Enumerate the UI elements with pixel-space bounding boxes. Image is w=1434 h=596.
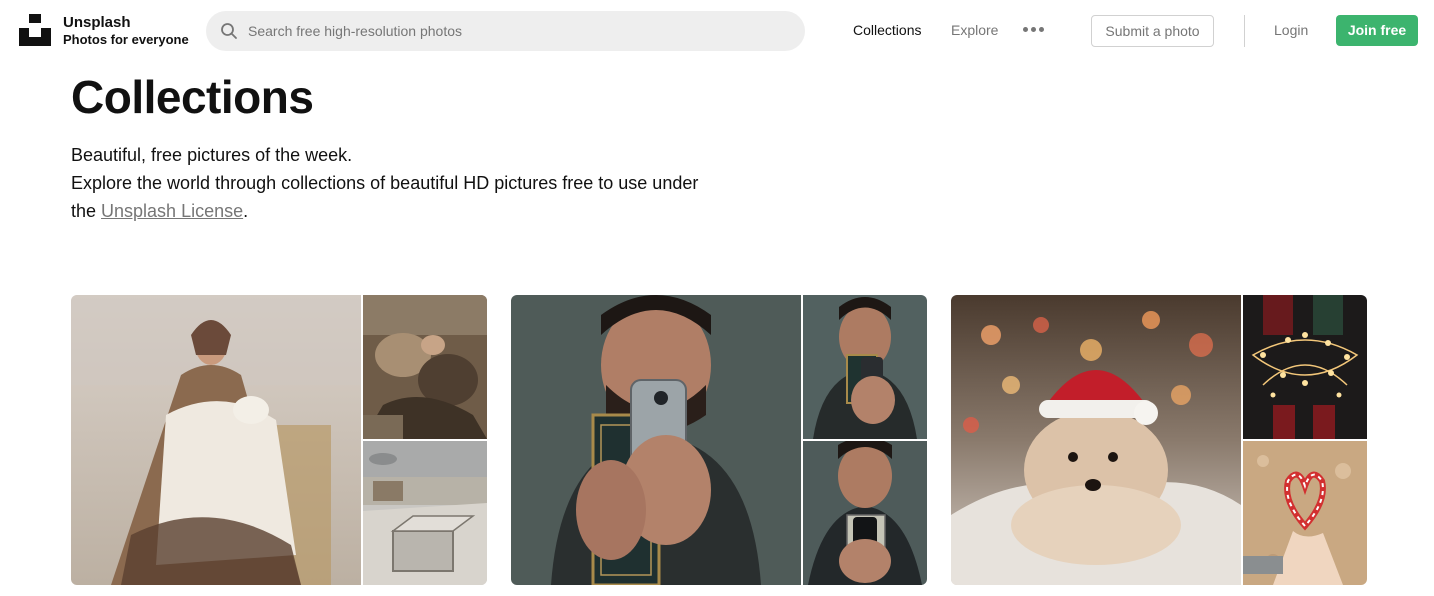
- top-navigation-bar: Unsplash Photos for everyone Collections…: [0, 0, 1434, 62]
- intro-suffix: .: [243, 201, 249, 221]
- nav-explore-link[interactable]: Explore: [951, 22, 998, 39]
- collection-preview-image[interactable]: [803, 295, 927, 439]
- search-bar[interactable]: [206, 11, 805, 51]
- collection-card[interactable]: [951, 295, 1367, 585]
- collection-preview-image[interactable]: [1243, 441, 1367, 585]
- intro-line-1: Beautiful, free pictures of the week.: [71, 145, 353, 165]
- collection-preview-image[interactable]: [1243, 295, 1367, 439]
- intro-text: Beautiful, free pictures of the week. Ex…: [71, 141, 731, 225]
- collection-card[interactable]: [511, 295, 927, 585]
- intro-line-3: the Unsplash License.: [71, 197, 731, 225]
- unsplash-logo-icon[interactable]: [19, 14, 51, 46]
- collection-preview-image[interactable]: [363, 295, 487, 439]
- search-icon[interactable]: [220, 22, 238, 40]
- unsplash-license-link[interactable]: Unsplash License: [101, 201, 243, 221]
- collection-card[interactable]: [71, 295, 487, 585]
- intro-prefix: the: [71, 201, 102, 221]
- join-free-button[interactable]: Join free: [1336, 15, 1418, 46]
- header-divider: [1244, 15, 1245, 47]
- brand-name: Unsplash: [63, 14, 131, 31]
- brand[interactable]: Unsplash Photos for everyone: [63, 14, 189, 48]
- collection-preview-image[interactable]: [803, 441, 927, 585]
- collection-cover-image[interactable]: [951, 295, 1241, 585]
- collection-preview-image[interactable]: [363, 441, 487, 585]
- collection-cover-image[interactable]: [511, 295, 801, 585]
- submit-photo-button[interactable]: Submit a photo: [1091, 15, 1214, 47]
- intro-line-2: Explore the world through collections of…: [71, 173, 699, 193]
- nav-collections-link[interactable]: Collections: [853, 22, 921, 39]
- page-title: Collections: [71, 71, 314, 123]
- login-link[interactable]: Login: [1274, 22, 1308, 39]
- search-input[interactable]: [248, 11, 788, 51]
- collection-cover-image[interactable]: [71, 295, 361, 585]
- more-options-icon[interactable]: [1023, 27, 1045, 33]
- brand-tagline: Photos for everyone: [63, 32, 189, 47]
